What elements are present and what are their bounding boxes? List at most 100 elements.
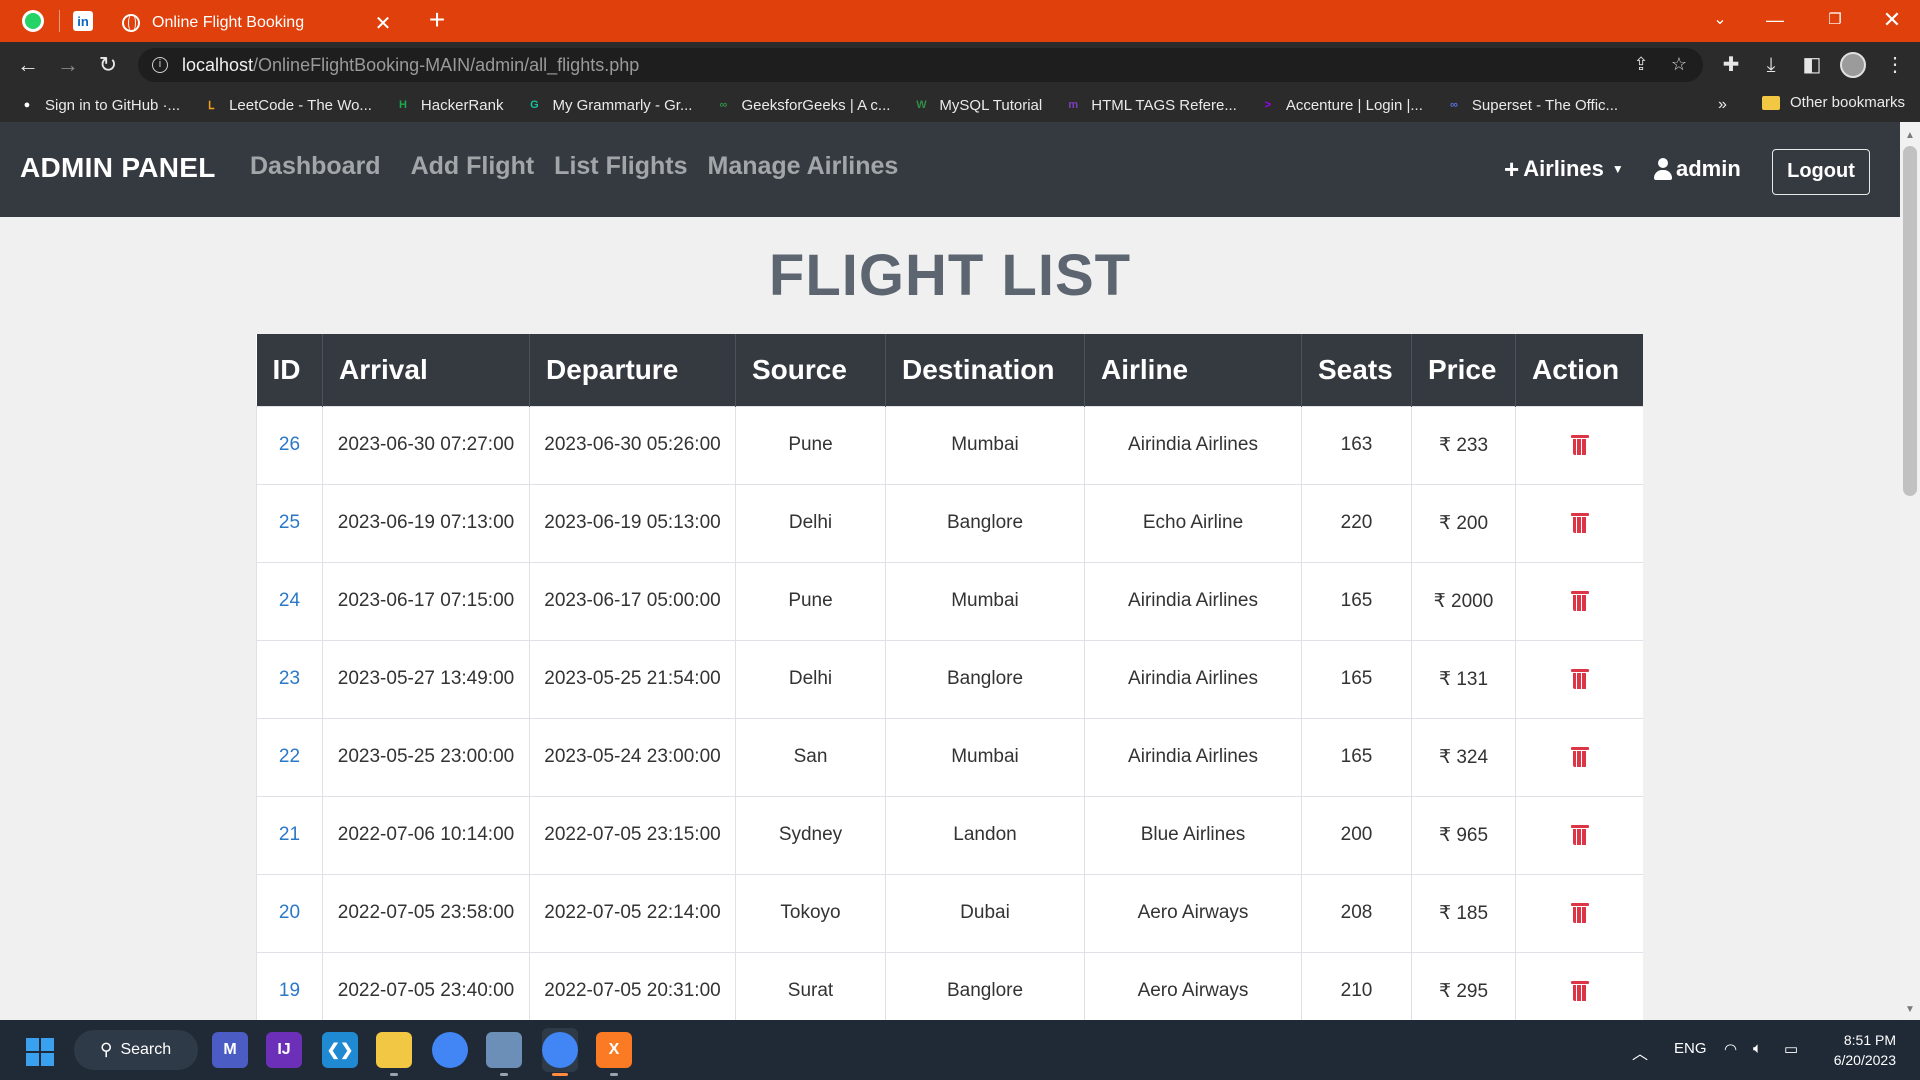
airline-cell: Airindia Airlines — [1084, 639, 1302, 718]
scroll-down-arrow-icon[interactable]: ▼ — [1900, 1002, 1920, 1018]
trash-icon[interactable] — [1570, 591, 1589, 611]
source-cell: San — [735, 717, 886, 796]
share-icon[interactable]: ⇪ — [1629, 54, 1653, 75]
window-restore-icon[interactable]: ❐ — [1815, 4, 1855, 36]
active-indicator — [552, 1073, 568, 1076]
table-row: 25 2023-06-19 07:13:00 2023-06-19 05:13:… — [256, 483, 1643, 562]
extensions-puzzle-icon[interactable]: ✚ — [1716, 50, 1746, 80]
window-close-icon[interactable]: ✕ — [1872, 4, 1912, 36]
side-panel-icon[interactable]: ◧ — [1797, 50, 1827, 80]
seats-cell: 165 — [1301, 561, 1412, 640]
back-arrow-icon[interactable]: ← — [12, 49, 44, 81]
departure-cell: 2022-07-05 23:15:00 — [529, 795, 736, 874]
bookmark-leetcode[interactable]: ᒪ LeetCode - The Wo... — [202, 96, 372, 114]
reload-icon[interactable]: ↻ — [92, 49, 124, 81]
download-icon[interactable]: ⤓ — [1756, 50, 1786, 80]
browser-menu-icon[interactable]: ⋮ — [1880, 50, 1910, 80]
linkedin-pinned-tab[interactable]: in — [66, 5, 100, 37]
forward-arrow-icon[interactable]: → — [52, 49, 84, 81]
price-cell: ₹ 295 — [1411, 951, 1516, 1020]
airlines-dropdown[interactable]: + Airlines ▼ — [1504, 146, 1624, 192]
site-info-icon[interactable]: i — [152, 57, 168, 73]
scroll-thumb[interactable] — [1903, 146, 1917, 496]
nav-link-list-flights[interactable]: List Flights — [554, 152, 687, 181]
bookmark-star-icon[interactable]: ☆ — [1667, 54, 1691, 75]
photos-icon[interactable] — [486, 1032, 522, 1076]
nav-link-add-flight[interactable]: Add Flight — [411, 152, 535, 181]
admin-user-link[interactable]: admin — [1654, 146, 1741, 192]
bookmarks-overflow-button[interactable]: » — [1718, 96, 1727, 114]
bookmark-grammarly[interactable]: G My Grammarly - Gr... — [525, 96, 692, 114]
trash-icon[interactable] — [1570, 825, 1589, 845]
tray-overflow-chevron-icon[interactable]: ︿ — [1632, 1040, 1648, 1064]
bookmark-geeksforgeeks[interactable]: ∞ GeeksforGeeks | A c... — [714, 96, 891, 114]
page-scrollbar[interactable]: ▲ ▼ — [1900, 122, 1920, 1020]
flight-id-link[interactable]: 25 — [256, 483, 323, 562]
trash-icon[interactable] — [1570, 981, 1589, 1002]
trash-icon[interactable] — [1570, 513, 1589, 533]
bookmark-html-tags[interactable]: m HTML TAGS Refere... — [1064, 96, 1236, 114]
trash-icon[interactable] — [1570, 669, 1589, 689]
flight-id-link[interactable]: 21 — [256, 795, 323, 874]
windows-start-icon[interactable] — [26, 1038, 54, 1066]
profile-avatar-icon[interactable] — [1838, 50, 1868, 80]
language-indicator[interactable]: ENG — [1674, 1040, 1707, 1057]
active-tab[interactable]: Online Flight Booking ✕ — [108, 4, 408, 42]
column-header-airline: Airline — [1084, 334, 1302, 406]
table-row: 24 2023-06-17 07:15:00 2023-06-17 05:00:… — [256, 561, 1643, 640]
source-cell: Pune — [735, 561, 886, 640]
flight-id-link[interactable]: 22 — [256, 717, 323, 796]
trash-icon[interactable] — [1570, 435, 1589, 455]
taskbar-search-button[interactable]: ⚲ Search — [74, 1030, 198, 1070]
tab-search-chevron-icon[interactable]: ⌄ — [1700, 4, 1740, 36]
bookmarks-bar: ● Sign in to GitHub ·... ᒪ LeetCode - The … — [0, 88, 1920, 122]
trash-icon[interactable] — [1570, 747, 1589, 767]
flight-id-link[interactable]: 20 — [256, 873, 323, 952]
flight-id-link[interactable]: 24 — [256, 561, 323, 640]
flight-id-link[interactable]: 23 — [256, 639, 323, 718]
airlines-dropdown-label: Airlines — [1523, 156, 1604, 181]
tab-close-icon[interactable]: ✕ — [372, 11, 394, 36]
battery-icon[interactable]: ▭ — [1784, 1040, 1798, 1058]
bookmark-mysql[interactable]: W MySQL Tutorial — [912, 96, 1042, 114]
departure-cell: 2023-05-24 23:00:00 — [529, 717, 736, 796]
price-cell: ₹ 965 — [1411, 795, 1516, 874]
window-minimize-icon[interactable]: — — [1755, 4, 1795, 36]
bookmark-accenture[interactable]: > Accenture | Login |... — [1259, 96, 1423, 114]
destination-cell: Landon — [885, 795, 1085, 874]
nav-link-dashboard[interactable]: Dashboard — [250, 152, 381, 181]
scroll-up-arrow-icon[interactable]: ▲ — [1900, 128, 1920, 144]
address-bar[interactable]: i localhost/OnlineFlightBooking-MAIN/adm… — [138, 48, 1703, 82]
departure-cell: 2022-07-05 22:14:00 — [529, 873, 736, 952]
vscode-icon[interactable]: ❮❯ — [322, 1032, 358, 1068]
wifi-icon[interactable]: ◠ — [1724, 1040, 1737, 1058]
chrome-profile-icon[interactable] — [542, 1032, 578, 1076]
departure-cell: 2023-05-25 21:54:00 — [529, 639, 736, 718]
xampp-icon[interactable]: X — [596, 1032, 632, 1076]
whatsapp-pinned-tab[interactable] — [16, 5, 50, 37]
airline-cell: Airindia Airlines — [1084, 561, 1302, 640]
logout-button[interactable]: Logout — [1772, 149, 1870, 195]
price-value: 131 — [1456, 668, 1489, 690]
trash-icon[interactable] — [1570, 903, 1589, 923]
column-header-departure: Departure — [529, 334, 736, 406]
departure-cell: 2023-06-30 05:26:00 — [529, 405, 736, 484]
chrome-icon[interactable] — [432, 1032, 468, 1068]
other-bookmarks-folder[interactable]: Other bookmarks — [1762, 94, 1905, 111]
bookmark-hackerrank[interactable]: H HackerRank — [394, 96, 504, 114]
source-cell: Surat — [735, 951, 886, 1020]
flight-id-link[interactable]: 19 — [256, 951, 323, 1020]
flight-id-link[interactable]: 26 — [256, 405, 323, 484]
taskbar-clock[interactable]: 8:51 PM 6/20/2023 — [1822, 1030, 1896, 1070]
nav-link-manage-airlines[interactable]: Manage Airlines — [708, 152, 899, 181]
brand-title[interactable]: ADMIN PANEL — [20, 152, 216, 184]
intellij-icon[interactable]: IJ — [266, 1032, 302, 1068]
action-cell — [1515, 561, 1643, 640]
flight-table-container: ID Arrival Departure Source Destination … — [256, 334, 1643, 1020]
new-tab-button[interactable]: + — [422, 6, 452, 36]
bookmark-superset[interactable]: ∞ Superset - The Offic... — [1445, 96, 1618, 114]
word-app-icon[interactable]: M — [212, 1032, 248, 1068]
volume-icon[interactable]: 🔈︎ — [1753, 1040, 1762, 1057]
file-explorer-icon[interactable] — [376, 1032, 412, 1076]
bookmark-github[interactable]: ● Sign in to GitHub ·... — [18, 96, 180, 114]
